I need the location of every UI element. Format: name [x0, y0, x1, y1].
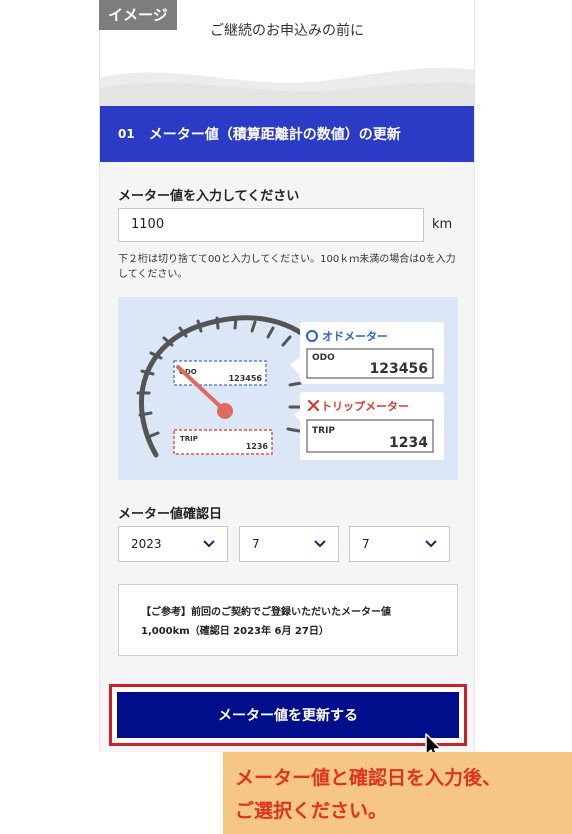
day-value: 7 [362, 537, 370, 551]
gauge-trip-display: TRIP 1236 [173, 429, 273, 455]
callout-line1: メーター値と確認日を入力後、 [235, 767, 502, 789]
chevron-down-icon [425, 540, 437, 548]
submit-highlight: メーター値を更新する [109, 684, 467, 746]
gauge-trip-value: 1236 [246, 442, 269, 451]
reference-line1: 【ご参考】前回のご契約でご登録いただいたメーター値 [141, 607, 391, 618]
meter-unit: km [432, 217, 453, 232]
chevron-down-icon [203, 540, 215, 548]
gauge-trip-label: TRIP [180, 435, 198, 443]
month-value: 7 [252, 537, 260, 551]
trip-card: トリップメーター TRIP 1234 [294, 392, 444, 460]
odo-card-title: オドメーター [322, 330, 388, 343]
odo-card-label: ODO [312, 353, 335, 363]
gauge-hub [217, 403, 233, 419]
odo-card: オドメーター ODO 123456 [290, 322, 444, 384]
meter-illustration: ODO 123456 TRIP 1236 オドメーター ODO 123456 ト… [118, 297, 458, 480]
trip-card-value: 1234 [389, 435, 428, 451]
section-bar: 01 メーター値（積算距離計の数値）の更新 [100, 106, 474, 162]
day-select[interactable]: 7 [349, 526, 450, 562]
update-meter-button[interactable]: メーター値を更新する [117, 692, 459, 738]
chevron-down-icon [314, 540, 326, 548]
year-select[interactable]: 2023 [118, 526, 228, 562]
section-number: 01 [118, 127, 135, 141]
gauge-odo-value: 123456 [229, 374, 263, 383]
reference-box: 【ご参考】前回のご契約でご登録いただいたメーター値 1,000km（確認日 20… [118, 584, 458, 656]
phone-screen: ご継続のお申込みの前に 01 メーター値（積算距離計の数値）の更新 メーター値を… [99, 0, 475, 752]
trip-card-label: TRIP [312, 426, 335, 436]
month-select[interactable]: 7 [239, 526, 339, 562]
gauge-odo-display: ODO 123456 [173, 360, 267, 386]
meter-input[interactable]: 1100 [118, 208, 424, 242]
section-title: メーター値（積算距離計の数値）の更新 [148, 127, 401, 143]
meter-label: メーター値を入力してください [118, 189, 300, 204]
year-value: 2023 [131, 537, 162, 551]
image-tag: イメージ [99, 0, 177, 30]
trip-card-title: トリップメーター [321, 399, 409, 413]
callout-line2: ご選択ください。 [235, 800, 388, 822]
odo-card-value: 123456 [370, 361, 428, 377]
instruction-callout: メーター値と確認日を入力後、 ご選択ください。 [223, 752, 572, 834]
reference-line2: 1,000km（確認日 2023年 6月 27日） [141, 626, 329, 637]
meter-note: 下２桁は切り捨てて00と入力してください。100ｋｍ未満の場合は0を入力してくだ… [118, 254, 456, 280]
date-label: メーター値確認日 [118, 507, 223, 522]
